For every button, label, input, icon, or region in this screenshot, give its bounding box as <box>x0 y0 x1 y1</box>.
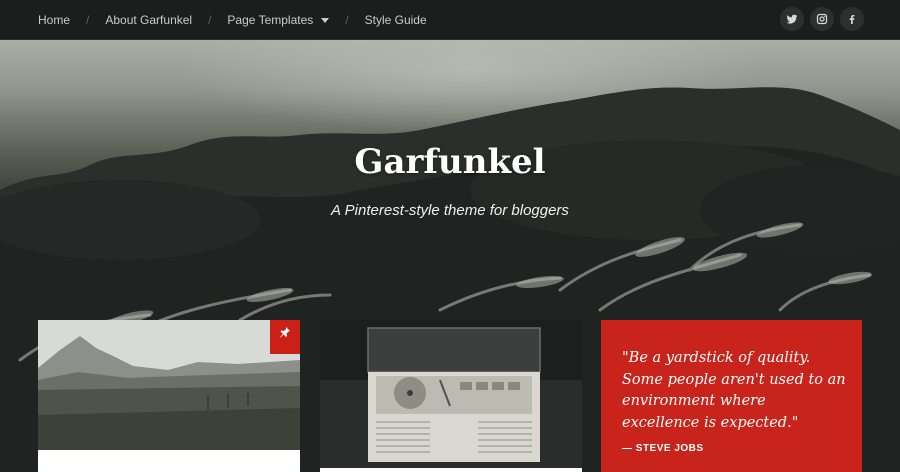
post-card-landscape[interactable] <box>38 320 300 472</box>
site-title[interactable]: Garfunkel <box>0 142 900 182</box>
instagram-icon <box>816 13 828 25</box>
sticky-post-badge <box>270 320 300 354</box>
post-thumbnail <box>38 320 300 450</box>
nav-separator: / <box>208 13 212 27</box>
pin-icon <box>280 327 290 338</box>
facebook-link[interactable] <box>840 7 864 31</box>
nav-item-style-guide[interactable]: Style Guide <box>365 13 427 27</box>
instagram-link[interactable] <box>810 7 834 31</box>
chevron-down-icon <box>321 18 330 24</box>
post-thumbnail <box>320 320 582 468</box>
quote-author: — STEVE JOBS <box>622 443 704 454</box>
nav-separator: / <box>86 13 90 27</box>
nav-item-page-templates[interactable]: Page Templates <box>227 13 330 27</box>
nav-item-home[interactable]: Home <box>38 13 70 27</box>
nav-menu: Home / About Garfunkel / Page Templates … <box>38 0 427 40</box>
nav-separator: / <box>345 13 349 27</box>
nav-item-about[interactable]: About Garfunkel <box>105 13 192 27</box>
post-card-quote[interactable]: "Be a yardstick of quality. Some people … <box>601 320 862 472</box>
twitter-icon <box>786 14 798 24</box>
quote-text: "Be a yardstick of quality. Some people … <box>622 350 846 431</box>
social-links <box>780 7 864 31</box>
top-navigation: Home / About Garfunkel / Page Templates … <box>0 0 900 40</box>
post-card-record-player[interactable] <box>320 320 582 472</box>
facebook-icon <box>849 15 855 24</box>
twitter-link[interactable] <box>780 7 804 31</box>
site-tagline: A Pinterest-style theme for bloggers <box>331 202 569 219</box>
nav-item-label: Page Templates <box>227 13 314 27</box>
